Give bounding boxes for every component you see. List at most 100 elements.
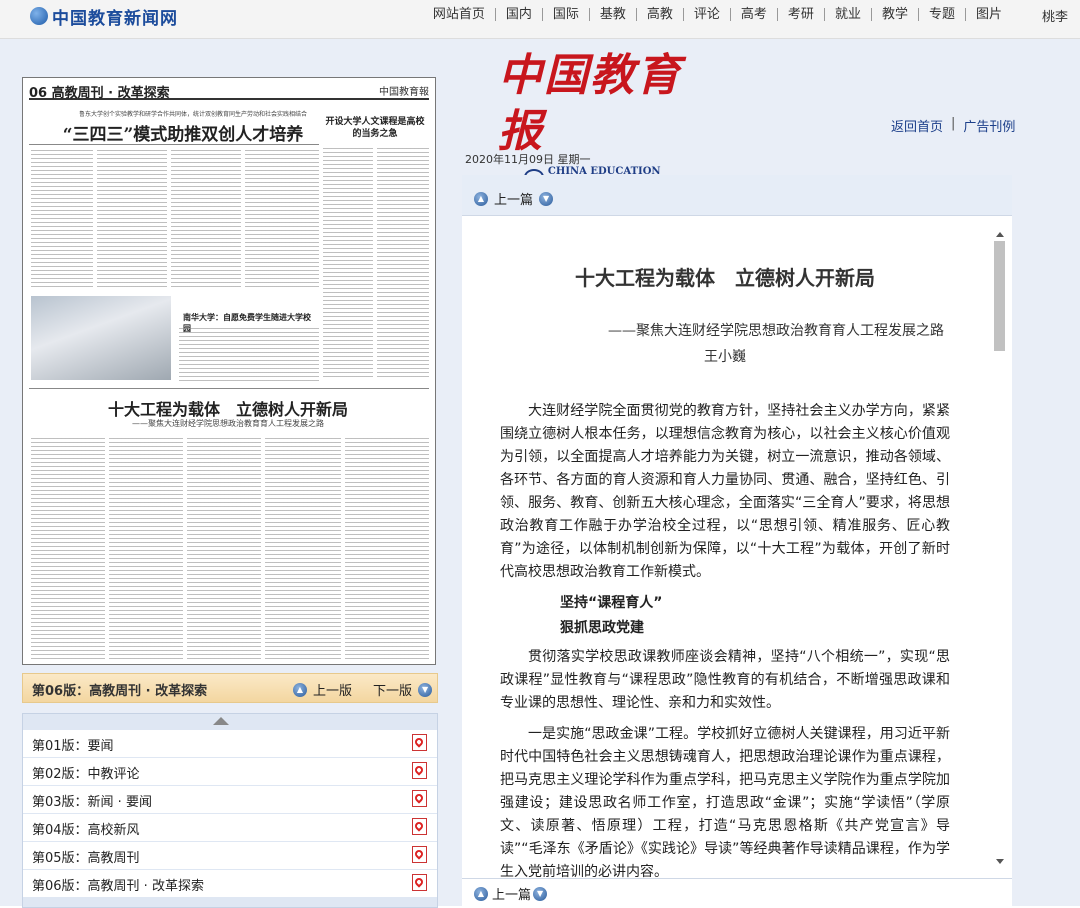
newspaper-masthead: 中国教育报 CHINA EDUCATION DAILY	[498, 48, 698, 188]
article-paragraph: 贯彻落实学校思政课教师座谈会精神，坚持“八个相统一”，实现“思政课程”显性教育与…	[500, 649, 950, 711]
article-title: 十大工程为载体 立德树人开新局	[575, 266, 875, 290]
nav-item-jobs[interactable]: 就业	[823, 7, 871, 21]
page-list-item-label[interactable]: 第06版：高教周刊 · 改革探索	[32, 875, 204, 894]
pdf-icon[interactable]	[412, 874, 427, 891]
text-column	[323, 148, 373, 378]
nav-item-basic-edu[interactable]: 基教	[588, 7, 636, 21]
nav-item-taoli[interactable]: 桃李	[1042, 6, 1068, 25]
arrow-down-icon: ▼	[418, 682, 433, 697]
paper-subhead-1: 鲁东大学创个实验教学和研学合作共同体，统计双创教育同生产劳动和社会实践相结合	[78, 111, 307, 118]
text-column	[187, 438, 261, 660]
divider	[29, 144, 319, 145]
page-list: 第01版：要闻 第02版：中教评论 第03版：新闻 · 要闻 第04版：高校新风…	[22, 713, 438, 908]
masthead-title: 中国教育报	[498, 50, 682, 157]
divider	[462, 878, 1012, 879]
top-bar: 中国教育新闻网 网站首页 国内 国际 基教 高教 评论 高考 考研 就业 教学 …	[0, 0, 1080, 39]
page-switch-bar: 第06版：高教周刊 · 改革探索 ▲ 上一版 下一版 ▼	[22, 673, 438, 703]
pdf-icon[interactable]	[412, 734, 427, 751]
divider	[29, 388, 429, 389]
article-section-heading: 坚持“课程育人”	[560, 595, 663, 611]
article-nav-top: ▲ 上一篇 ▼	[462, 175, 1012, 216]
page-list-item-label[interactable]: 第05版：高教周刊	[32, 847, 140, 866]
prev-article-button-bottom[interactable]: ▲ 上一篇 ▼	[474, 884, 551, 903]
site-logo[interactable]: 中国教育新闻网	[30, 4, 178, 29]
article: 十大工程为载体 立德树人开新局 ——聚焦大连财经学院思想政治教育育人工程发展之路…	[500, 262, 950, 880]
prev-article-label-bottom: 上一篇	[492, 888, 532, 903]
page-list-item[interactable]: 第01版：要闻	[23, 730, 437, 758]
scroll-up-icon[interactable]	[996, 232, 1004, 237]
newspaper-page-image[interactable]: 06 高教周刊 · 改革探索 中国教育報 鲁东大学创个实验教学和研学合作共同体，…	[22, 77, 436, 665]
paper-page-head: 06 高教周刊 · 改革探索 中国教育報	[29, 82, 429, 101]
article-author: 王小巍	[704, 349, 746, 365]
text-column	[31, 438, 105, 660]
text-column	[345, 438, 429, 660]
page-list-item-label[interactable]: 第02版：中教评论	[32, 763, 140, 782]
page-list-item[interactable]: 第06版：高教周刊 · 改革探索	[23, 870, 437, 898]
article-section-heading: 狠抓思政党建	[560, 620, 644, 636]
nav-item-comment[interactable]: 评论	[682, 7, 730, 21]
scroll-thumb[interactable]	[994, 241, 1005, 351]
next-page-button[interactable]: 下一版 ▼	[373, 680, 433, 699]
page-list-item-label[interactable]: 第01版：要闻	[32, 735, 114, 754]
arrow-down-icon[interactable]: ▼	[533, 886, 548, 901]
paper-photo[interactable]	[31, 296, 171, 380]
text-column	[179, 328, 319, 384]
nav-item-home[interactable]: 网站首页	[423, 8, 495, 21]
article-subtitle: ——聚焦大连财经学院思想政治教育育人工程发展之路	[608, 323, 944, 339]
arrow-down-icon[interactable]: ▼	[539, 191, 554, 206]
ads-link[interactable]: 广告刊例	[963, 116, 1015, 135]
nav-item-higher-edu[interactable]: 高教	[635, 7, 683, 21]
issue-date: 2020年11月09日 星期一	[465, 153, 591, 166]
article-body: 大连财经学院全面贯彻党的教育方针，坚持社会主义办学方向，紧紧围绕立德树人根本任务…	[500, 400, 950, 884]
paper-headline-2[interactable]: 十大工程为载体 立德树人开新局	[33, 396, 423, 420]
page-list-item[interactable]: 第03版：新闻 · 要闻	[23, 786, 437, 814]
text-column	[97, 150, 167, 290]
pdf-icon[interactable]	[412, 846, 427, 863]
paper-headline-1[interactable]: “三四三”模式助推双创人才培养	[43, 120, 323, 145]
text-column	[109, 438, 183, 660]
arrow-up-icon: ▲	[293, 682, 307, 697]
home-link[interactable]: 返回首页	[891, 116, 943, 135]
nav-item-topics[interactable]: 专题	[917, 7, 965, 21]
site-logo-text: 中国教育新闻网	[52, 8, 178, 29]
prev-article-button[interactable]: ▲ 上一篇 ▼	[474, 189, 559, 208]
pdf-icon[interactable]	[412, 790, 427, 807]
link-separator: |	[951, 116, 956, 131]
header-links: 返回首页 | 广告刊例	[891, 116, 1015, 135]
paper-subhead-2: ——聚焦大连财经学院思想政治教育育人工程发展之路	[132, 419, 324, 428]
paper-box-title[interactable]: 开设大学人文课程是高校的当务之急	[323, 116, 427, 142]
current-page-label: 第06版：高教周刊 · 改革探索	[32, 684, 208, 699]
page-list-item[interactable]: 第05版：高教周刊	[23, 842, 437, 870]
arrow-up-icon: ▲	[474, 191, 488, 206]
text-column	[31, 150, 93, 290]
prev-page-label: 上一版	[313, 684, 353, 699]
page-list-item[interactable]: 第04版：高校新风	[23, 814, 437, 842]
article-paragraph: 大连财经学院全面贯彻党的教育方针，坚持社会主义办学方向，紧紧围绕立德树人根本任务…	[500, 403, 950, 580]
top-navigation: 网站首页 国内 国际 基教 高教 评论 高考 考研 就业 教学 专题 图片 桃李	[423, 6, 1068, 25]
pdf-icon[interactable]	[412, 762, 427, 779]
next-page-label: 下一版	[373, 684, 413, 699]
nav-item-domestic[interactable]: 国内	[494, 7, 542, 21]
page-list-item[interactable]: 第02版：中教评论	[23, 758, 437, 786]
page-list-item-label[interactable]: 第04版：高校新风	[32, 819, 140, 838]
scroll-up-icon[interactable]	[213, 717, 229, 725]
scroll-down-icon[interactable]	[996, 859, 1004, 864]
text-column	[245, 150, 319, 290]
article-scrollbar[interactable]	[993, 232, 1007, 864]
pdf-icon[interactable]	[412, 818, 427, 835]
nav-item-photos[interactable]: 图片	[964, 7, 1012, 21]
prev-page-button[interactable]: ▲ 上一版	[293, 680, 352, 699]
article-paragraph: 一是实施“思政金课”工程。学校抓好立德树人关键课程，用习近平新时代中国特色社会主…	[500, 726, 950, 880]
nav-item-gaokao[interactable]: 高考	[729, 7, 777, 21]
paper-page-head-text: 06 高教周刊 · 改革探索	[29, 86, 170, 101]
nav-item-teaching[interactable]: 教学	[870, 7, 918, 21]
prev-article-label: 上一篇	[494, 193, 534, 208]
text-column	[377, 148, 429, 378]
text-column	[171, 150, 241, 290]
nav-item-kaoyan[interactable]: 考研	[776, 7, 824, 21]
nav-item-international[interactable]: 国际	[541, 7, 589, 21]
paper-masthead-small: 中国教育報	[379, 87, 429, 98]
text-column	[265, 438, 341, 660]
globe-icon	[30, 7, 48, 25]
page-list-item-label[interactable]: 第03版：新闻 · 要闻	[32, 791, 152, 810]
